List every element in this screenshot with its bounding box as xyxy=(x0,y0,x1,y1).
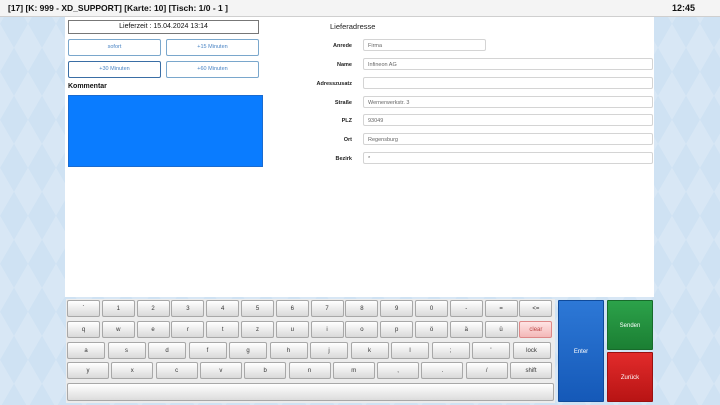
key-0-12[interactable]: = xyxy=(484,300,518,317)
name-field[interactable]: Infineon AG xyxy=(363,58,653,70)
lieferzeit-display: Lieferzeit : 15.04.2024 13:14 xyxy=(68,20,259,34)
key-2-1[interactable]: s xyxy=(107,342,146,359)
kommentar-field[interactable] xyxy=(68,95,263,167)
key-0-0[interactable]: ` xyxy=(67,300,100,317)
key-2-9[interactable]: ; xyxy=(431,342,470,359)
plus-30-minutes-button[interactable]: +30 Minuten xyxy=(68,61,161,78)
key-3-4[interactable]: b xyxy=(244,362,287,379)
key-1-12[interactable]: ü xyxy=(484,321,518,338)
enter-button[interactable]: Enter xyxy=(558,300,604,402)
ort-field[interactable]: Regensburg xyxy=(363,133,653,145)
anrede-field[interactable]: Firma xyxy=(363,39,486,51)
onscreen-keyboard: ` 1 2 3 4 5 6 7 8 9 0- = <= q w e r t z u i o p ö ä ü clear a s d f g h j… xyxy=(66,299,555,403)
key-3-9[interactable]: / xyxy=(465,362,508,379)
strasse-label: Straße xyxy=(334,100,352,106)
bezirk-select[interactable]: * xyxy=(363,152,653,164)
key-0-11[interactable]: - xyxy=(449,300,483,317)
key-3-0[interactable]: y xyxy=(67,362,109,379)
key-3-8[interactable]: . xyxy=(421,362,464,379)
title-bar: [17] [K: 999 - XD_SUPPORT] [Karte: 10] [… xyxy=(0,0,720,17)
key-1-13[interactable]: clear xyxy=(519,321,553,338)
key-2-2[interactable]: d xyxy=(148,342,186,359)
key-1-5[interactable]: z xyxy=(241,321,274,338)
key-2-4[interactable]: g xyxy=(229,342,267,359)
plz-field[interactable]: 93049 xyxy=(363,114,653,126)
key-1-4[interactable]: t xyxy=(206,321,240,338)
key-0-3[interactable]: 3 xyxy=(171,300,205,317)
key-0-13[interactable]: <= xyxy=(519,300,553,317)
zurueck-button[interactable]: Zurück xyxy=(607,352,653,402)
key-0-8[interactable]: 8 xyxy=(345,300,379,317)
key-0-5[interactable]: 5 xyxy=(241,300,274,317)
name-label: Name xyxy=(337,62,352,68)
plus-15-minutes-button[interactable]: +15 Minuten xyxy=(166,39,259,56)
space-key[interactable] xyxy=(67,383,554,401)
key-2-0[interactable]: a xyxy=(67,342,105,359)
order-panel: Lieferzeit : 15.04.2024 13:14 sofort +15… xyxy=(65,17,654,297)
key-3-2[interactable]: c xyxy=(155,362,198,379)
key-2-3[interactable]: f xyxy=(188,342,227,359)
key-0-9[interactable]: 9 xyxy=(380,300,414,317)
kommentar-label: Kommentar xyxy=(68,83,107,90)
key-1-10[interactable]: ö xyxy=(415,321,448,338)
key-2-11[interactable]: lock xyxy=(512,342,551,359)
key-2-8[interactable]: l xyxy=(391,342,429,359)
key-1-7[interactable]: i xyxy=(310,321,344,338)
key-2-10[interactable]: ' xyxy=(472,342,510,359)
plz-label: PLZ xyxy=(341,118,352,124)
key-1-9[interactable]: p xyxy=(380,321,414,338)
anrede-label: Anrede xyxy=(333,43,352,49)
window-title: [17] [K: 999 - XD_SUPPORT] [Karte: 10] [… xyxy=(8,3,228,13)
clock: 12:45 xyxy=(671,3,695,13)
key-3-5[interactable]: n xyxy=(288,362,331,379)
key-1-0[interactable]: q xyxy=(67,321,100,338)
key-3-1[interactable]: x xyxy=(111,362,154,379)
key-0-1[interactable]: 1 xyxy=(101,300,135,317)
key-0-7[interactable]: 7 xyxy=(310,300,344,317)
key-2-6[interactable]: j xyxy=(310,342,348,359)
key-2-7[interactable]: k xyxy=(350,342,389,359)
key-3-10[interactable]: shift xyxy=(510,362,552,379)
key-3-7[interactable]: , xyxy=(377,362,420,379)
key-1-8[interactable]: o xyxy=(345,321,379,338)
adresszusatz-label: Adresszusatz xyxy=(316,81,352,87)
key-3-6[interactable]: m xyxy=(332,362,375,379)
bezirk-label: Bezirk xyxy=(335,156,352,162)
key-0-4[interactable]: 4 xyxy=(206,300,240,317)
strasse-field[interactable]: Wernerwerkstr. 3 xyxy=(363,96,653,108)
key-2-5[interactable]: h xyxy=(269,342,308,359)
key-1-2[interactable]: e xyxy=(136,321,170,338)
key-0-6[interactable]: 6 xyxy=(275,300,309,317)
key-1-1[interactable]: w xyxy=(101,321,135,338)
adresszusatz-field[interactable] xyxy=(363,77,653,89)
key-1-11[interactable]: ä xyxy=(449,321,483,338)
ort-label: Ort xyxy=(343,137,352,143)
key-1-3[interactable]: r xyxy=(171,321,205,338)
key-1-6[interactable]: u xyxy=(275,321,309,338)
plus-60-minutes-button[interactable]: +60 Minuten xyxy=(166,61,259,78)
key-0-10[interactable]: 0 xyxy=(415,300,448,317)
sofort-button[interactable]: sofort xyxy=(68,39,161,56)
lieferadresse-heading: Lieferadresse xyxy=(330,22,376,31)
key-3-3[interactable]: v xyxy=(199,362,242,379)
key-0-2[interactable]: 2 xyxy=(136,300,170,317)
senden-button[interactable]: Senden xyxy=(607,300,653,350)
